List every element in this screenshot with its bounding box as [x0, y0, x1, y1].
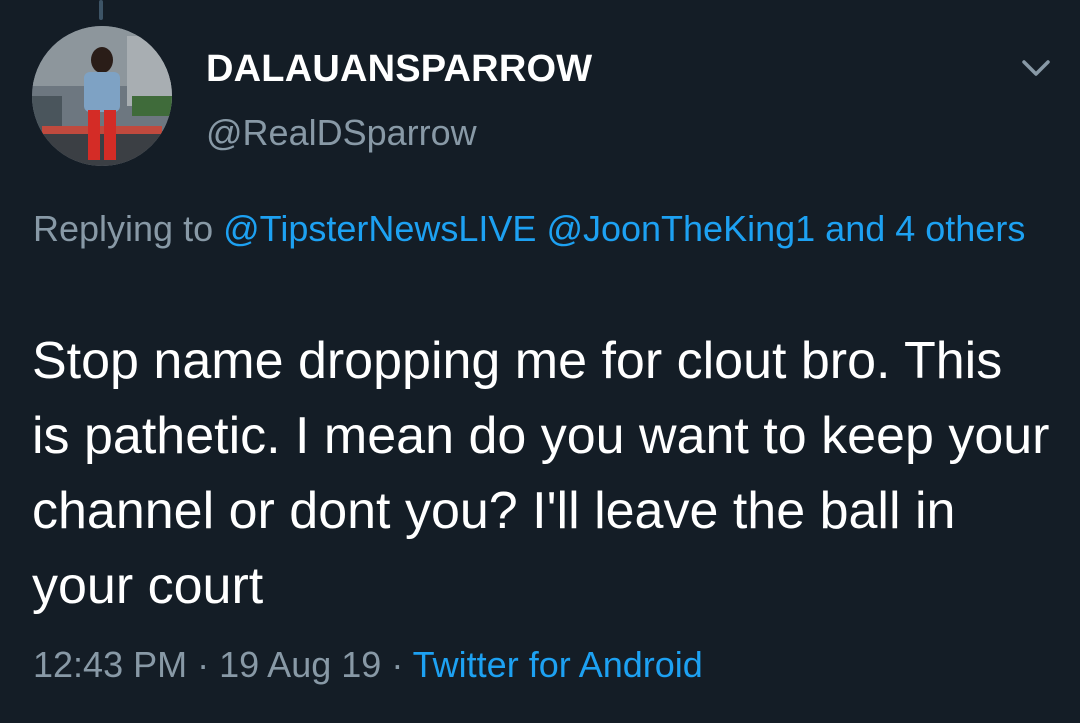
user-handle[interactable]: @RealDSparrow — [206, 112, 477, 154]
mention-link[interactable]: @TipsterNewsLIVE — [223, 208, 536, 249]
tweet-text: Stop name dropping me for clout bro. Thi… — [32, 332, 1050, 615]
chevron-down-icon[interactable] — [1016, 50, 1056, 86]
avatar[interactable] — [32, 26, 172, 166]
tweet-time: 12:43 PM — [33, 644, 188, 685]
avatar-photo — [32, 26, 172, 166]
tweet-container: DALAUANSPARROW @RealDSparrow Replying to… — [0, 0, 1080, 723]
mention-link[interactable]: @JoonTheKing1 — [546, 208, 815, 249]
display-name[interactable]: DALAUANSPARROW — [206, 48, 592, 91]
replying-to-label: Replying to — [33, 208, 214, 249]
meta-separator: · — [197, 644, 210, 685]
others-link[interactable]: and 4 others — [825, 208, 1025, 249]
tweet-meta: 12:43 PM · 19 Aug 19 · Twitter for Andro… — [33, 644, 703, 686]
thread-connector-line — [99, 0, 103, 20]
reply-context: Replying to @TipsterNewsLIVE @JoonTheKin… — [33, 202, 1058, 256]
meta-separator: · — [391, 644, 404, 685]
tweet-source-link[interactable]: Twitter for Android — [413, 644, 703, 685]
tweet-date: 19 Aug 19 — [219, 644, 382, 685]
